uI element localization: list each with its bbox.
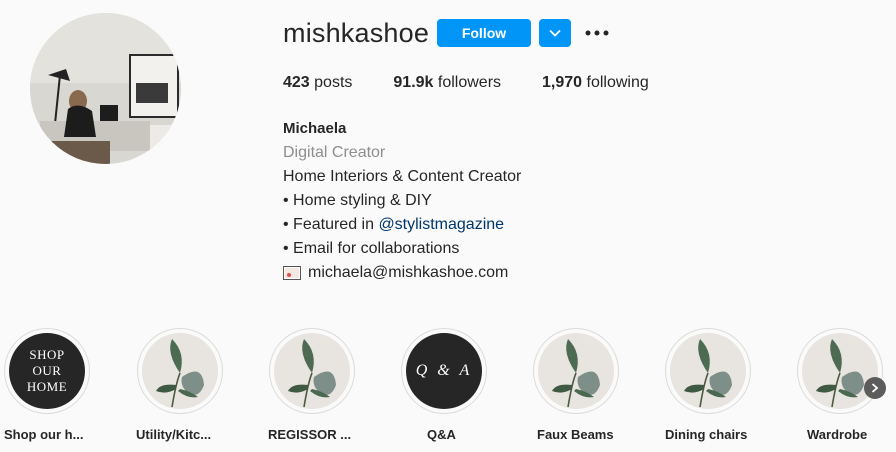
profile-bio: Michaela Digital Creator Home Interiors …	[283, 117, 521, 285]
email-envelope-icon	[283, 266, 301, 280]
posts-count: 423 posts	[283, 74, 352, 92]
highlight-label: Utility/Kitc...	[136, 427, 212, 442]
highlights-next-button[interactable]	[864, 377, 886, 399]
story-highlights: SHOP OUR HOME Shop our h... Utility/Kitc…	[0, 328, 896, 452]
qa-cover-text: Q & A	[415, 362, 473, 379]
profile-username: mishkashoe	[283, 18, 430, 48]
posts-label: posts	[309, 74, 353, 91]
followers-label: followers	[433, 74, 502, 91]
followers-value: 91.9k	[393, 74, 434, 91]
highlight-cover-ring	[533, 328, 619, 414]
bio-line-1: Home Interiors & Content Creator	[283, 168, 522, 185]
following-value: 1,970	[542, 74, 583, 91]
highlight-label: Wardrobe	[807, 427, 868, 442]
following-link[interactable]: 1,970 following	[542, 74, 649, 92]
bio-line-2: • Home styling & DIY	[283, 192, 432, 209]
highlight-label: REGISSOR ...	[268, 427, 352, 442]
highlight-label: Dining chairs	[665, 427, 748, 442]
suggested-accounts-dropdown-button[interactable]	[539, 19, 571, 47]
highlight-cover	[538, 333, 614, 409]
plant-leaf-icon	[142, 333, 218, 409]
highlight-cover	[802, 333, 878, 409]
posts-value: 423	[283, 74, 310, 91]
highlight-cover-ring	[797, 328, 883, 414]
highlight-label: Q&A	[427, 427, 456, 442]
plant-leaf-icon	[670, 333, 746, 409]
highlight-cover-ring	[269, 328, 355, 414]
followers-link[interactable]: 91.9k followers	[393, 74, 501, 92]
follow-button[interactable]: Follow	[437, 19, 531, 47]
highlight-cover: Q & A	[406, 333, 482, 409]
bio-line-3-prefix: • Featured in	[283, 216, 379, 233]
more-dots-icon	[585, 30, 609, 36]
bio-line-3: • Featured in @stylistmagazine	[283, 213, 521, 237]
bio-email: michaela@mishkashoe.com	[308, 264, 509, 281]
bio-email-line: michaela@mishkashoe.com	[283, 261, 521, 285]
highlight-cover-ring	[665, 328, 751, 414]
highlight-cover-ring	[137, 328, 223, 414]
plant-leaf-icon	[538, 333, 614, 409]
highlight-cover	[142, 333, 218, 409]
shop-our-home-cover-text: SHOP OUR HOME	[26, 347, 68, 394]
chevron-right-icon	[871, 383, 879, 393]
highlight-cover	[274, 333, 350, 409]
highlight-cover	[670, 333, 746, 409]
following-label: following	[582, 74, 649, 91]
plant-leaf-icon	[274, 333, 350, 409]
chevron-down-icon	[549, 29, 561, 37]
bio-line-4: • Email for collaborations	[283, 240, 460, 257]
highlight-cover-ring: Q & A	[401, 328, 487, 414]
more-options-button[interactable]	[585, 22, 609, 44]
profile-full-name: Michaela	[283, 120, 347, 137]
profile-stats: 423 posts 91.9k followers 1,970 followin…	[283, 74, 690, 92]
avatar-photo	[30, 13, 181, 164]
highlight-cover-ring: SHOP OUR HOME	[4, 328, 90, 414]
profile-avatar[interactable]	[30, 13, 181, 164]
highlight-label: Faux Beams	[537, 427, 614, 442]
highlight-cover: SHOP OUR HOME	[9, 333, 85, 409]
plant-leaf-icon	[802, 333, 878, 409]
stylistmagazine-mention-link[interactable]: @stylistmagazine	[378, 216, 504, 233]
profile-category: Digital Creator	[283, 144, 386, 161]
highlight-label: Shop our h...	[4, 427, 84, 442]
